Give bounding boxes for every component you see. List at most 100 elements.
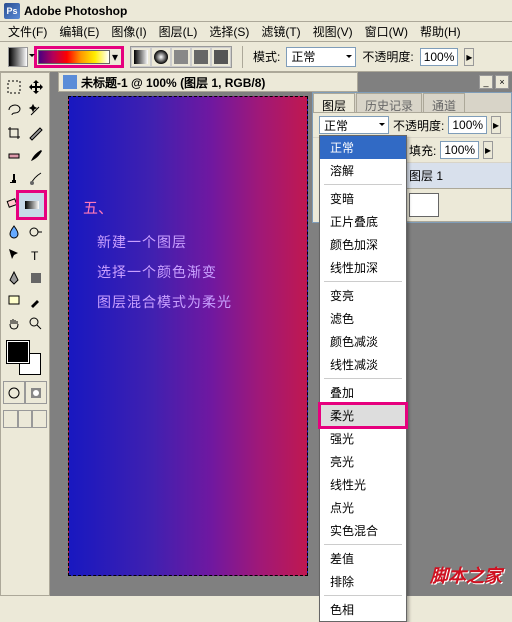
opacity-flyout-icon[interactable]: ▸	[491, 116, 501, 134]
fill-label: 填充:	[409, 142, 436, 159]
mode-select[interactable]: 正常	[286, 47, 356, 67]
blend-option-screen[interactable]: 滤色	[320, 307, 406, 330]
gradient-swatch	[38, 50, 110, 64]
screen-full-button[interactable]	[32, 410, 47, 428]
crop-tool[interactable]	[3, 121, 25, 144]
path-select-tool[interactable]	[3, 243, 25, 266]
blend-option-overlay[interactable]: 叠加	[320, 381, 406, 404]
blend-option-pinlight[interactable]: 点光	[320, 496, 406, 519]
marquee-tool[interactable]	[3, 75, 25, 98]
menu-select[interactable]: 选择(S)	[203, 21, 255, 42]
layers-panel: _ × 图层 历史记录 通道 正常 不透明度: 100% ▸ 填充: 100% …	[312, 92, 512, 223]
eyedropper-tool[interactable]	[25, 289, 47, 312]
fill-flyout-icon[interactable]: ▸	[483, 141, 493, 159]
notes-tool[interactable]	[3, 289, 25, 312]
annotation-line-1: 新建一个图层	[97, 232, 293, 252]
fill-input[interactable]: 100%	[440, 141, 479, 159]
layer-thumbnail	[409, 193, 439, 217]
menu-help[interactable]: 帮助(H)	[414, 21, 467, 42]
app-icon: Ps	[4, 3, 20, 19]
blend-option-difference[interactable]: 差值	[320, 547, 406, 570]
screen-standard-button[interactable]	[3, 410, 18, 428]
radial-gradient-button[interactable]	[151, 47, 171, 67]
linear-gradient-button[interactable]	[131, 47, 151, 67]
blend-option-hue[interactable]: 色相	[320, 598, 406, 621]
layer-name: 图层 1	[409, 167, 443, 184]
hand-tool[interactable]	[3, 312, 25, 335]
quickmask-mode-button[interactable]	[25, 381, 47, 404]
minimize-icon[interactable]: _	[479, 75, 493, 89]
pen-tool[interactable]	[3, 266, 25, 289]
layer-row[interactable]	[403, 189, 511, 222]
standard-mode-button[interactable]	[3, 381, 25, 404]
panel-tabs: 图层 历史记录 通道	[313, 93, 511, 113]
menu-edit[interactable]: 编辑(E)	[53, 21, 105, 42]
healing-tool[interactable]	[3, 144, 25, 167]
toolbox: T	[0, 72, 50, 596]
gradient-type-group	[130, 46, 232, 68]
menu-filter[interactable]: 滤镜(T)	[255, 21, 306, 42]
angle-gradient-button[interactable]	[171, 47, 191, 67]
blend-option-normal[interactable]: 正常	[320, 136, 406, 159]
canvas[interactable]: 五、 新建一个图层 选择一个颜色渐变 图层混合模式为柔光	[68, 96, 308, 576]
dodge-tool[interactable]	[25, 220, 47, 243]
blend-option-dissolve[interactable]: 溶解	[320, 159, 406, 182]
blend-mode-select[interactable]: 正常	[319, 116, 389, 134]
move-tool[interactable]	[25, 75, 47, 98]
blend-option-softlight[interactable]: 柔光	[320, 404, 406, 427]
blend-mode-value: 正常	[324, 117, 348, 134]
layer-opacity-label: 不透明度:	[393, 117, 444, 134]
menu-layer[interactable]: 图层(L)	[153, 21, 204, 42]
blend-option-linearlight[interactable]: 线性光	[320, 473, 406, 496]
close-icon[interactable]: ×	[495, 75, 509, 89]
slice-tool[interactable]	[25, 121, 47, 144]
reflected-gradient-button[interactable]	[191, 47, 211, 67]
opacity-input[interactable]: 100%	[420, 48, 459, 66]
layer-row[interactable]: 图层 1	[403, 163, 511, 189]
blend-option-exclusion[interactable]: 排除	[320, 570, 406, 593]
menu-view[interactable]: 视图(V)	[307, 21, 359, 42]
blend-option-vividlight[interactable]: 亮光	[320, 450, 406, 473]
blend-option-lighten[interactable]: 变亮	[320, 284, 406, 307]
separator	[324, 378, 402, 379]
blend-option-colorburn[interactable]: 颜色加深	[320, 233, 406, 256]
lock-fill-row: 填充: 100% ▸	[403, 138, 511, 163]
layer-opacity-input[interactable]: 100%	[448, 116, 487, 134]
watermark: 脚本之家	[430, 562, 502, 588]
blend-option-linearburn[interactable]: 线性加深	[320, 256, 406, 279]
history-brush-tool[interactable]	[25, 167, 47, 190]
document-tab[interactable]: 未标题-1 @ 100% (图层 1, RGB/8)	[58, 72, 358, 92]
opacity-flyout-icon[interactable]: ▸	[464, 48, 474, 66]
chevron-down-icon[interactable]: ▾	[110, 50, 120, 64]
foreground-color[interactable]	[7, 341, 29, 363]
stamp-tool[interactable]	[3, 167, 25, 190]
menu-image[interactable]: 图像(I)	[105, 21, 152, 42]
blend-option-hardlight[interactable]: 强光	[320, 427, 406, 450]
diamond-gradient-button[interactable]	[211, 47, 231, 67]
document-title: 未标题-1 @ 100% (图层 1, RGB/8)	[81, 74, 265, 91]
menu-file[interactable]: 文件(F)	[2, 21, 53, 42]
blend-option-colordodge[interactable]: 颜色减淡	[320, 330, 406, 353]
blur-tool[interactable]	[3, 220, 25, 243]
wand-tool[interactable]	[25, 98, 47, 121]
gradient-tool-preset-icon[interactable]	[8, 47, 28, 67]
screen-mode-group	[3, 410, 47, 428]
color-swatches[interactable]	[3, 339, 47, 379]
lasso-tool[interactable]	[3, 98, 25, 121]
blend-option-lineardodge[interactable]: 线性减淡	[320, 353, 406, 376]
panel-window-controls: _ ×	[479, 75, 509, 89]
brush-tool[interactable]	[25, 144, 47, 167]
blend-option-darken[interactable]: 变暗	[320, 187, 406, 210]
blend-option-hardmix[interactable]: 实色混合	[320, 519, 406, 542]
tab-layers[interactable]: 图层	[313, 93, 355, 112]
zoom-tool[interactable]	[25, 312, 47, 335]
tab-history[interactable]: 历史记录	[356, 93, 422, 112]
menu-window[interactable]: 窗口(W)	[359, 21, 414, 42]
gradient-picker[interactable]: ▾	[34, 46, 124, 68]
blend-option-multiply[interactable]: 正片叠底	[320, 210, 406, 233]
shape-tool[interactable]	[25, 266, 47, 289]
screen-full-menu-button[interactable]	[18, 410, 33, 428]
tab-channels[interactable]: 通道	[423, 93, 465, 112]
type-tool[interactable]: T	[25, 243, 47, 266]
gradient-tool[interactable]	[16, 190, 47, 220]
